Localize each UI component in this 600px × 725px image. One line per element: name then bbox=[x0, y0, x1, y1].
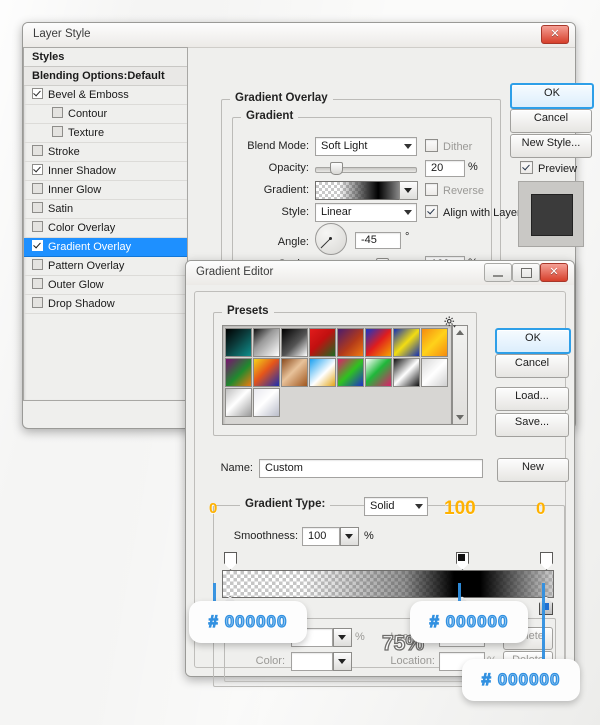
callout-hex-right: # 000000 bbox=[462, 659, 580, 701]
annotation-opacity-right: 0 bbox=[536, 499, 545, 519]
annotation-layer: 0 100 0 75% # 000000 # 000000 # 000000 bbox=[0, 0, 600, 725]
callout-hex-left: # 000000 bbox=[189, 601, 307, 643]
callout-hex-mid: # 000000 bbox=[410, 601, 528, 643]
leader-line-right bbox=[542, 583, 545, 661]
annotation-opacity-mid: 100 bbox=[444, 498, 476, 520]
annotation-opacity-left: 0 bbox=[209, 500, 217, 517]
